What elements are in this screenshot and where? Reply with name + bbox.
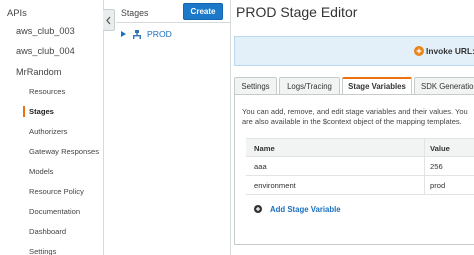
variable-name: aaa xyxy=(254,162,267,171)
column-header-value: Value xyxy=(430,144,450,153)
sidebar-api-aws-club-004[interactable]: aws_club_004 xyxy=(16,46,120,56)
stage-editor: PROD Stage Editor Invoke URL: Settings L… xyxy=(232,0,474,255)
variable-value: prod xyxy=(430,181,446,190)
chevron-left-icon xyxy=(106,16,111,25)
tab-sdk-generation[interactable]: SDK Generation xyxy=(414,77,474,95)
table-row[interactable]: aaa 256 xyxy=(246,157,474,176)
stages-panel-title: Stages xyxy=(121,8,149,18)
description-line-1: You can add, remove, and edit stage vari… xyxy=(242,107,468,116)
add-stage-variable-label[interactable]: Add Stage Variable xyxy=(270,205,341,214)
stage-variables-table: Name Value aaa 256 environment prod xyxy=(246,138,474,195)
variable-name: environment xyxy=(254,181,296,190)
plus-circle-icon xyxy=(254,205,262,213)
active-indicator xyxy=(23,106,25,117)
stage-tree-item[interactable]: PROD xyxy=(121,28,172,40)
create-stage-button[interactable]: Create xyxy=(183,3,223,20)
editor-tabs: Settings Logs/Tracing Stage Variables SD… xyxy=(234,77,474,95)
column-divider xyxy=(424,139,425,158)
add-stage-variable-button[interactable]: Add Stage Variable xyxy=(254,203,341,215)
info-icon xyxy=(414,46,424,56)
stages-divider xyxy=(116,22,231,23)
description-line-2: are also available in the $context objec… xyxy=(242,117,462,126)
app-root: APIs aws_club_003 aws_club_004 MrRandom … xyxy=(0,0,474,255)
stage-tree-label[interactable]: PROD xyxy=(147,29,172,39)
tab-stage-variables[interactable]: Stage Variables xyxy=(342,77,412,95)
column-divider xyxy=(424,157,425,176)
tab-settings[interactable]: Settings xyxy=(234,77,277,95)
column-divider xyxy=(424,176,425,195)
page-title: PROD Stage Editor xyxy=(236,4,358,20)
tab-logs-tracing[interactable]: Logs/Tracing xyxy=(279,77,340,95)
stage-icon xyxy=(131,29,143,39)
collapse-sidebar-button[interactable] xyxy=(103,9,115,31)
stages-panel: Stages Create PROD xyxy=(116,0,231,255)
sidebar-apis-link[interactable]: APIs xyxy=(7,7,111,18)
sidebar-nav: APIs aws_club_003 aws_club_004 MrRandom … xyxy=(0,0,104,255)
caret-right-icon[interactable] xyxy=(121,31,129,37)
table-header-row: Name Value xyxy=(246,138,474,158)
sidebar-api-mrrandom[interactable]: MrRandom xyxy=(16,67,120,77)
invoke-url-banner: Invoke URL: xyxy=(234,36,474,66)
invoke-url-label: Invoke URL: xyxy=(426,46,474,56)
column-header-name: Name xyxy=(254,144,275,153)
table-row[interactable]: environment prod xyxy=(246,176,474,195)
variable-value: 256 xyxy=(430,162,443,171)
